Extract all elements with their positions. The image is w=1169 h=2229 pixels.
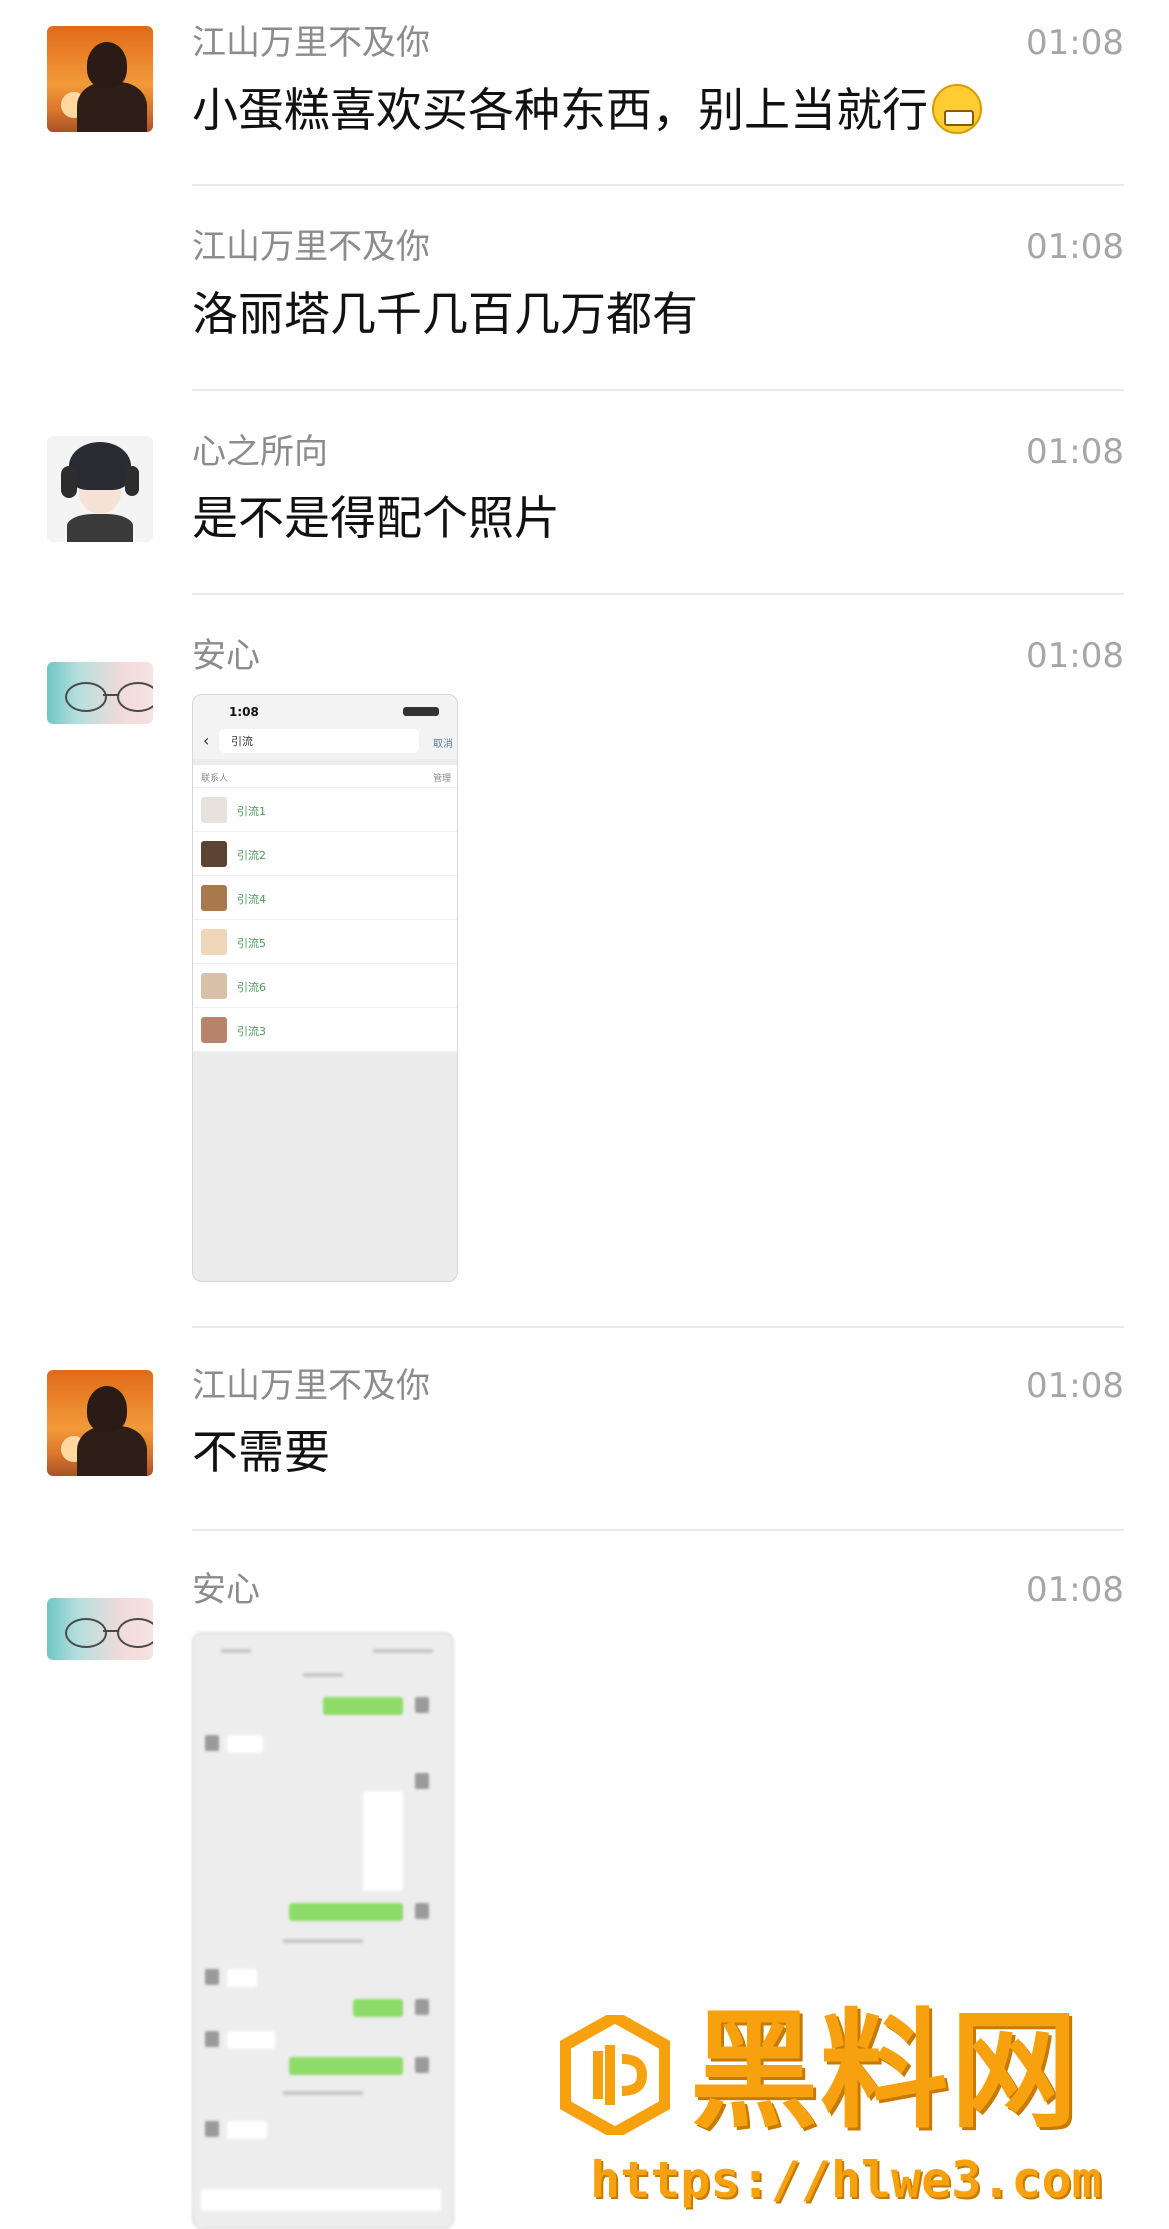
contact-avatar: [201, 885, 227, 911]
blurred-element: [415, 1999, 429, 2015]
contact-name: 引流4: [237, 893, 266, 906]
divider: [192, 1326, 1124, 1328]
watermark: 黑料网 https://hlwe3.com: [560, 2002, 1160, 2220]
silhouette-head: [87, 1386, 127, 1432]
section-label: 联系人: [201, 774, 229, 784]
manage-label: 管理: [432, 774, 451, 784]
status-bar: 1:08: [193, 695, 457, 725]
message-text: 是不是得配个照片: [192, 491, 560, 545]
blurred-element: [205, 1969, 219, 1985]
blurred-element: [205, 2031, 219, 2047]
contact-avatar: [201, 1017, 227, 1043]
contact-name: 引流3: [237, 1025, 266, 1038]
sender-name[interactable]: 安心: [192, 636, 260, 676]
search-bar: ‹ 引流 取消: [193, 725, 457, 759]
divider: [192, 184, 1124, 186]
contact-avatar: [201, 973, 227, 999]
contact-avatar: [201, 929, 227, 955]
contact-row: 引流2: [193, 832, 457, 876]
contact-row: 引流4: [193, 876, 457, 920]
contact-avatar: [201, 797, 227, 823]
sender-name[interactable]: 江山万里不及你: [192, 227, 430, 267]
image-message[interactable]: 1:08 ‹ 引流 取消 联系人 管理 引流1 引流2 引流4 引流5 引流6 …: [192, 694, 458, 1282]
section-header: 联系人 管理: [193, 765, 457, 788]
sender-name[interactable]: 江山万里不及你: [192, 23, 430, 63]
blurred-element: [373, 1649, 433, 1653]
blurred-element: [415, 1697, 429, 1713]
sender-name[interactable]: 心之所向: [192, 432, 328, 472]
silhouette-head: [87, 42, 127, 88]
blurred-element: [205, 2121, 219, 2137]
contact-name: 引流2: [237, 849, 266, 862]
message-time: 01:08: [1026, 23, 1124, 63]
blurred-element: [205, 1735, 219, 1751]
cancel-label: 取消: [433, 739, 453, 750]
blurred-element: [289, 2057, 403, 2075]
status-time: 1:08: [229, 705, 259, 719]
glasses-lens: [65, 682, 107, 712]
contact-name: 引流1: [237, 805, 266, 818]
blurred-element: [289, 1903, 403, 1921]
blurred-element: [353, 1999, 403, 2017]
contact-list: 联系人 管理 引流1 引流2 引流4 引流5 引流6 引流3: [193, 765, 457, 1052]
hair-shape: [69, 442, 131, 490]
brand-url: https://hlwe3.com: [590, 2151, 1102, 2209]
contact-name: 引流5: [237, 937, 266, 950]
glasses-lens: [117, 1618, 153, 1648]
message-text: 小蛋糕喜欢买各种东西，别上当就行: [192, 82, 982, 138]
divider: [192, 593, 1124, 595]
blurred-element: [227, 1969, 257, 1987]
image-message[interactable]: [192, 1632, 454, 2229]
glasses-lens: [65, 1618, 107, 1648]
shoulders-shape: [67, 514, 133, 542]
message-time: 01:08: [1026, 1366, 1124, 1406]
search-query: 引流: [231, 735, 253, 748]
sender-name[interactable]: 江山万里不及你: [192, 1366, 430, 1406]
blurred-element: [227, 2121, 267, 2139]
brand-name: 黑料网: [690, 1997, 1081, 2146]
contact-row: 引流6: [193, 964, 457, 1008]
blurred-element: [221, 1649, 251, 1653]
contact-row: 引流3: [193, 1008, 457, 1052]
glasses-lens: [117, 682, 153, 712]
blurred-element: [283, 2091, 363, 2095]
contact-row: 引流1: [193, 788, 457, 832]
message-text-content: 小蛋糕喜欢买各种东西，别上当就行: [192, 83, 928, 137]
message-time: 01:08: [1026, 636, 1124, 676]
contact-avatar: [201, 841, 227, 867]
message-text: 洛丽塔几千几百几万都有: [192, 287, 698, 341]
blurred-element: [201, 2189, 441, 2211]
back-icon: ‹: [203, 731, 210, 750]
blurred-element: [303, 1673, 343, 1677]
avatar[interactable]: [47, 1598, 153, 1660]
message-time: 01:08: [1026, 432, 1124, 472]
contact-name: 引流6: [237, 981, 266, 994]
blurred-element: [283, 1939, 363, 1943]
grin-emoji-icon: [932, 84, 982, 134]
headphone-icon: [125, 466, 139, 496]
blurred-element: [415, 1903, 429, 1919]
blurred-element: [227, 1735, 263, 1753]
blurred-element: [363, 1791, 403, 1891]
blurred-element: [323, 1697, 403, 1715]
avatar[interactable]: [47, 26, 153, 132]
blurred-element: [415, 2057, 429, 2073]
message-time: 01:08: [1026, 227, 1124, 267]
silhouette-body: [77, 82, 147, 132]
avatar[interactable]: [47, 436, 153, 542]
brand-logo-icon: [560, 2015, 670, 2135]
avatar[interactable]: [47, 662, 153, 724]
silhouette-body: [77, 1426, 147, 1476]
avatar[interactable]: [47, 1370, 153, 1476]
message-text: 不需要: [192, 1425, 330, 1479]
blurred-element: [415, 1773, 429, 1789]
signal-battery-icon: [403, 707, 439, 716]
blurred-element: [227, 2031, 275, 2049]
headphone-icon: [61, 466, 77, 498]
divider: [192, 389, 1124, 391]
message-time: 01:08: [1026, 1570, 1124, 1610]
divider: [192, 1529, 1124, 1531]
contact-row: 引流5: [193, 920, 457, 964]
sender-name[interactable]: 安心: [192, 1570, 260, 1610]
